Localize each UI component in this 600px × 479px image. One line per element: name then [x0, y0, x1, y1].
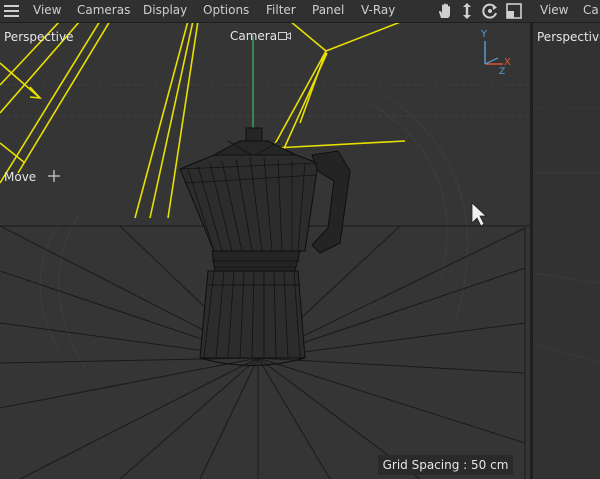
viewport-title-right[interactable]: Perspective [537, 30, 600, 44]
axis-z-label: Z [499, 67, 506, 77]
menu-cameras-right[interactable]: Ca [583, 3, 599, 17]
viewport-scene-right [533, 107, 600, 364]
rotate-orbit-icon[interactable] [481, 2, 499, 20]
axis-y-label: Y [481, 29, 488, 40]
camera-icon [278, 31, 291, 41]
active-tool-label: Move [4, 170, 37, 184]
moka-pot-mesh[interactable] [179, 127, 351, 366]
axis-gizmo [484, 41, 503, 65]
hamburger-menu-icon[interactable] [4, 5, 19, 17]
menu-view[interactable]: View [33, 3, 61, 17]
move-crosshair-icon [48, 170, 60, 182]
menu-options[interactable]: Options [203, 3, 249, 17]
pan-hand-icon[interactable] [436, 2, 454, 20]
mouse-pointer-icon [471, 202, 488, 227]
viewport-scene [0, 23, 530, 479]
viewport-title-left[interactable]: Perspective [4, 30, 74, 44]
perspective-viewport-left[interactable]: Perspective Camera Move Y X Z [0, 23, 530, 479]
menu-cameras[interactable]: Cameras [77, 3, 130, 17]
menu-view-right[interactable]: View [540, 3, 568, 17]
move-arrows-icon[interactable] [458, 2, 476, 20]
camera-label: Camera [230, 29, 278, 43]
menu-panel[interactable]: Panel [312, 3, 344, 17]
maximize-viewport-icon[interactable] [505, 2, 523, 20]
perspective-viewport-right[interactable]: Perspective [533, 23, 600, 479]
grid-spacing-readout: Grid Spacing : 50 cm [378, 455, 513, 475]
menu-display[interactable]: Display [143, 3, 187, 17]
menu-filter[interactable]: Filter [266, 3, 296, 17]
viewport-menubar: View Cameras Display Options Filter Pane… [0, 0, 600, 23]
menu-vray[interactable]: V-Ray [361, 3, 395, 17]
